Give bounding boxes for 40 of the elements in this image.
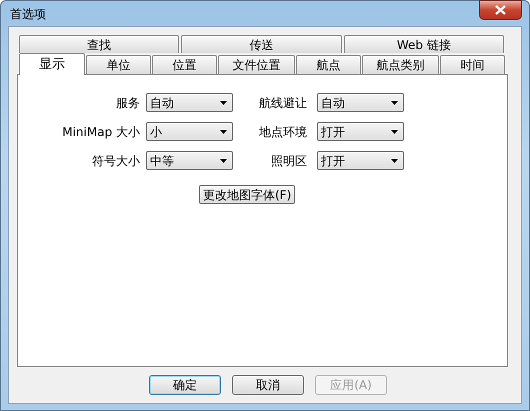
change-font-button[interactable]: 更改地图字体(F): [199, 185, 296, 204]
close-icon: [495, 4, 506, 14]
dropdown-value: 小: [150, 124, 162, 140]
tab[interactable]: 查找: [19, 35, 180, 53]
dropdown-arrow-icon: [220, 100, 227, 104]
tab[interactable]: 航点类别: [362, 55, 439, 74]
window-title: 首选项: [9, 6, 46, 22]
tab[interactable]: 单位: [86, 55, 152, 74]
dropdown-value: 自动: [321, 94, 345, 112]
dropdown-arrow-icon: [220, 130, 227, 134]
tab[interactable]: 传送: [181, 35, 342, 53]
setting-label: 航线避让: [258, 94, 308, 112]
dropdown[interactable]: 打开: [317, 151, 404, 170]
dialog-button[interactable]: 确定: [149, 375, 221, 395]
tab[interactable]: 时间: [440, 55, 506, 74]
tab[interactable]: 位置: [152, 55, 218, 74]
tab[interactable]: 文件位置: [218, 55, 296, 74]
dropdown-arrow-icon: [391, 130, 398, 134]
setting-label: 地点环境: [258, 124, 308, 140]
dropdown[interactable]: 自动: [146, 93, 233, 112]
dropdown-value: 打开: [321, 124, 345, 140]
dropdown[interactable]: 打开: [317, 122, 404, 141]
dropdown[interactable]: 中等: [146, 151, 233, 170]
tab[interactable]: Web 链接: [344, 35, 504, 53]
close-button[interactable]: [479, 0, 522, 20]
dropdown-arrow-icon: [391, 100, 398, 104]
dialog-button[interactable]: 取消: [232, 375, 304, 395]
dropdown-arrow-icon: [391, 158, 398, 162]
dropdown-value: 打开: [321, 152, 345, 170]
setting-label: MiniMap 大小: [61, 124, 140, 140]
dropdown-value: 中等: [150, 152, 174, 170]
dropdown-value: 自动: [150, 94, 174, 112]
setting-label: 符号大小: [91, 152, 140, 170]
tab[interactable]: 航点: [296, 55, 362, 74]
dropdown-arrow-icon: [220, 158, 227, 162]
setting-label: 照明区: [270, 152, 308, 170]
dropdown[interactable]: 自动: [317, 93, 404, 112]
setting-label: 服务: [115, 94, 140, 112]
dropdown[interactable]: 小: [146, 122, 233, 141]
tab[interactable]: 显示: [19, 53, 86, 75]
